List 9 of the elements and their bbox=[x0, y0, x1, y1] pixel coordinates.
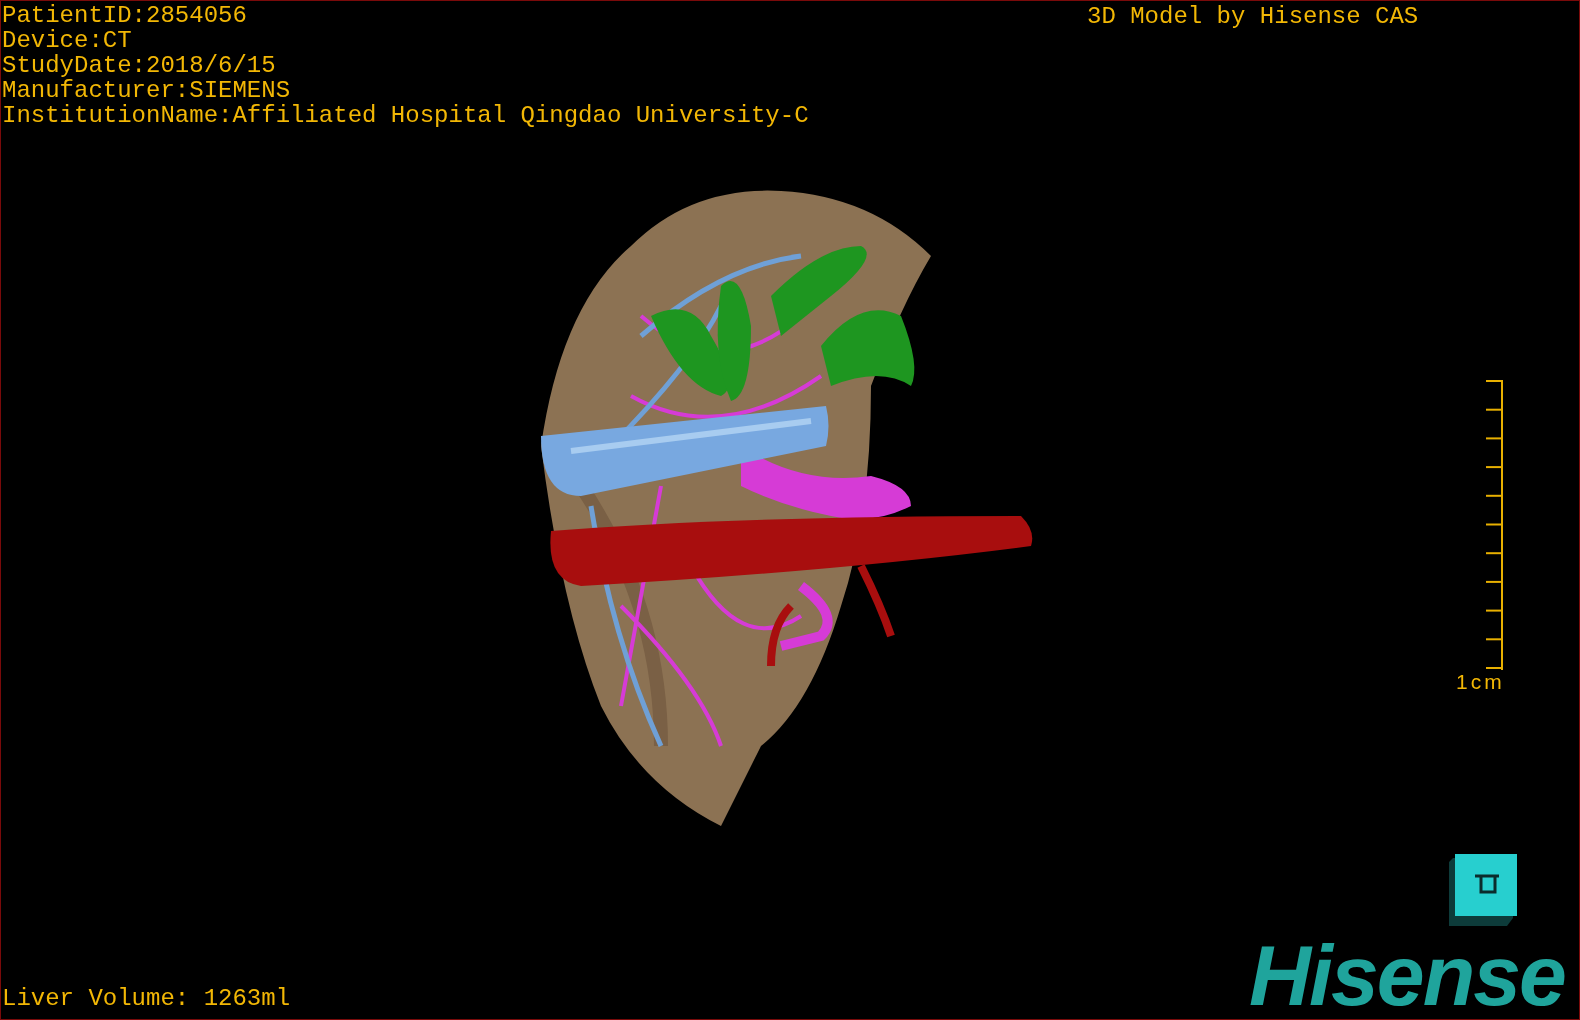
scale-label: 1cm bbox=[1456, 671, 1505, 693]
study-info-text: StudyDate:2018/6/15 bbox=[2, 53, 277, 78]
study-info-text: Device:CT bbox=[2, 28, 133, 53]
model-credit-text: 3D Model by Hisense CAS bbox=[1087, 4, 1419, 29]
logo-text: Hisense bbox=[1249, 933, 1565, 1017]
liver-volume-text: Liver Volume: 1263ml bbox=[2, 986, 291, 1011]
study-info-text: InstitutionName:Affiliated Hospital Qingdao University-C bbox=[2, 103, 809, 128]
study-info-text: Manufacturer:SIEMENS bbox=[2, 78, 292, 103]
study-info-text: PatientID:2854056 bbox=[2, 3, 248, 28]
